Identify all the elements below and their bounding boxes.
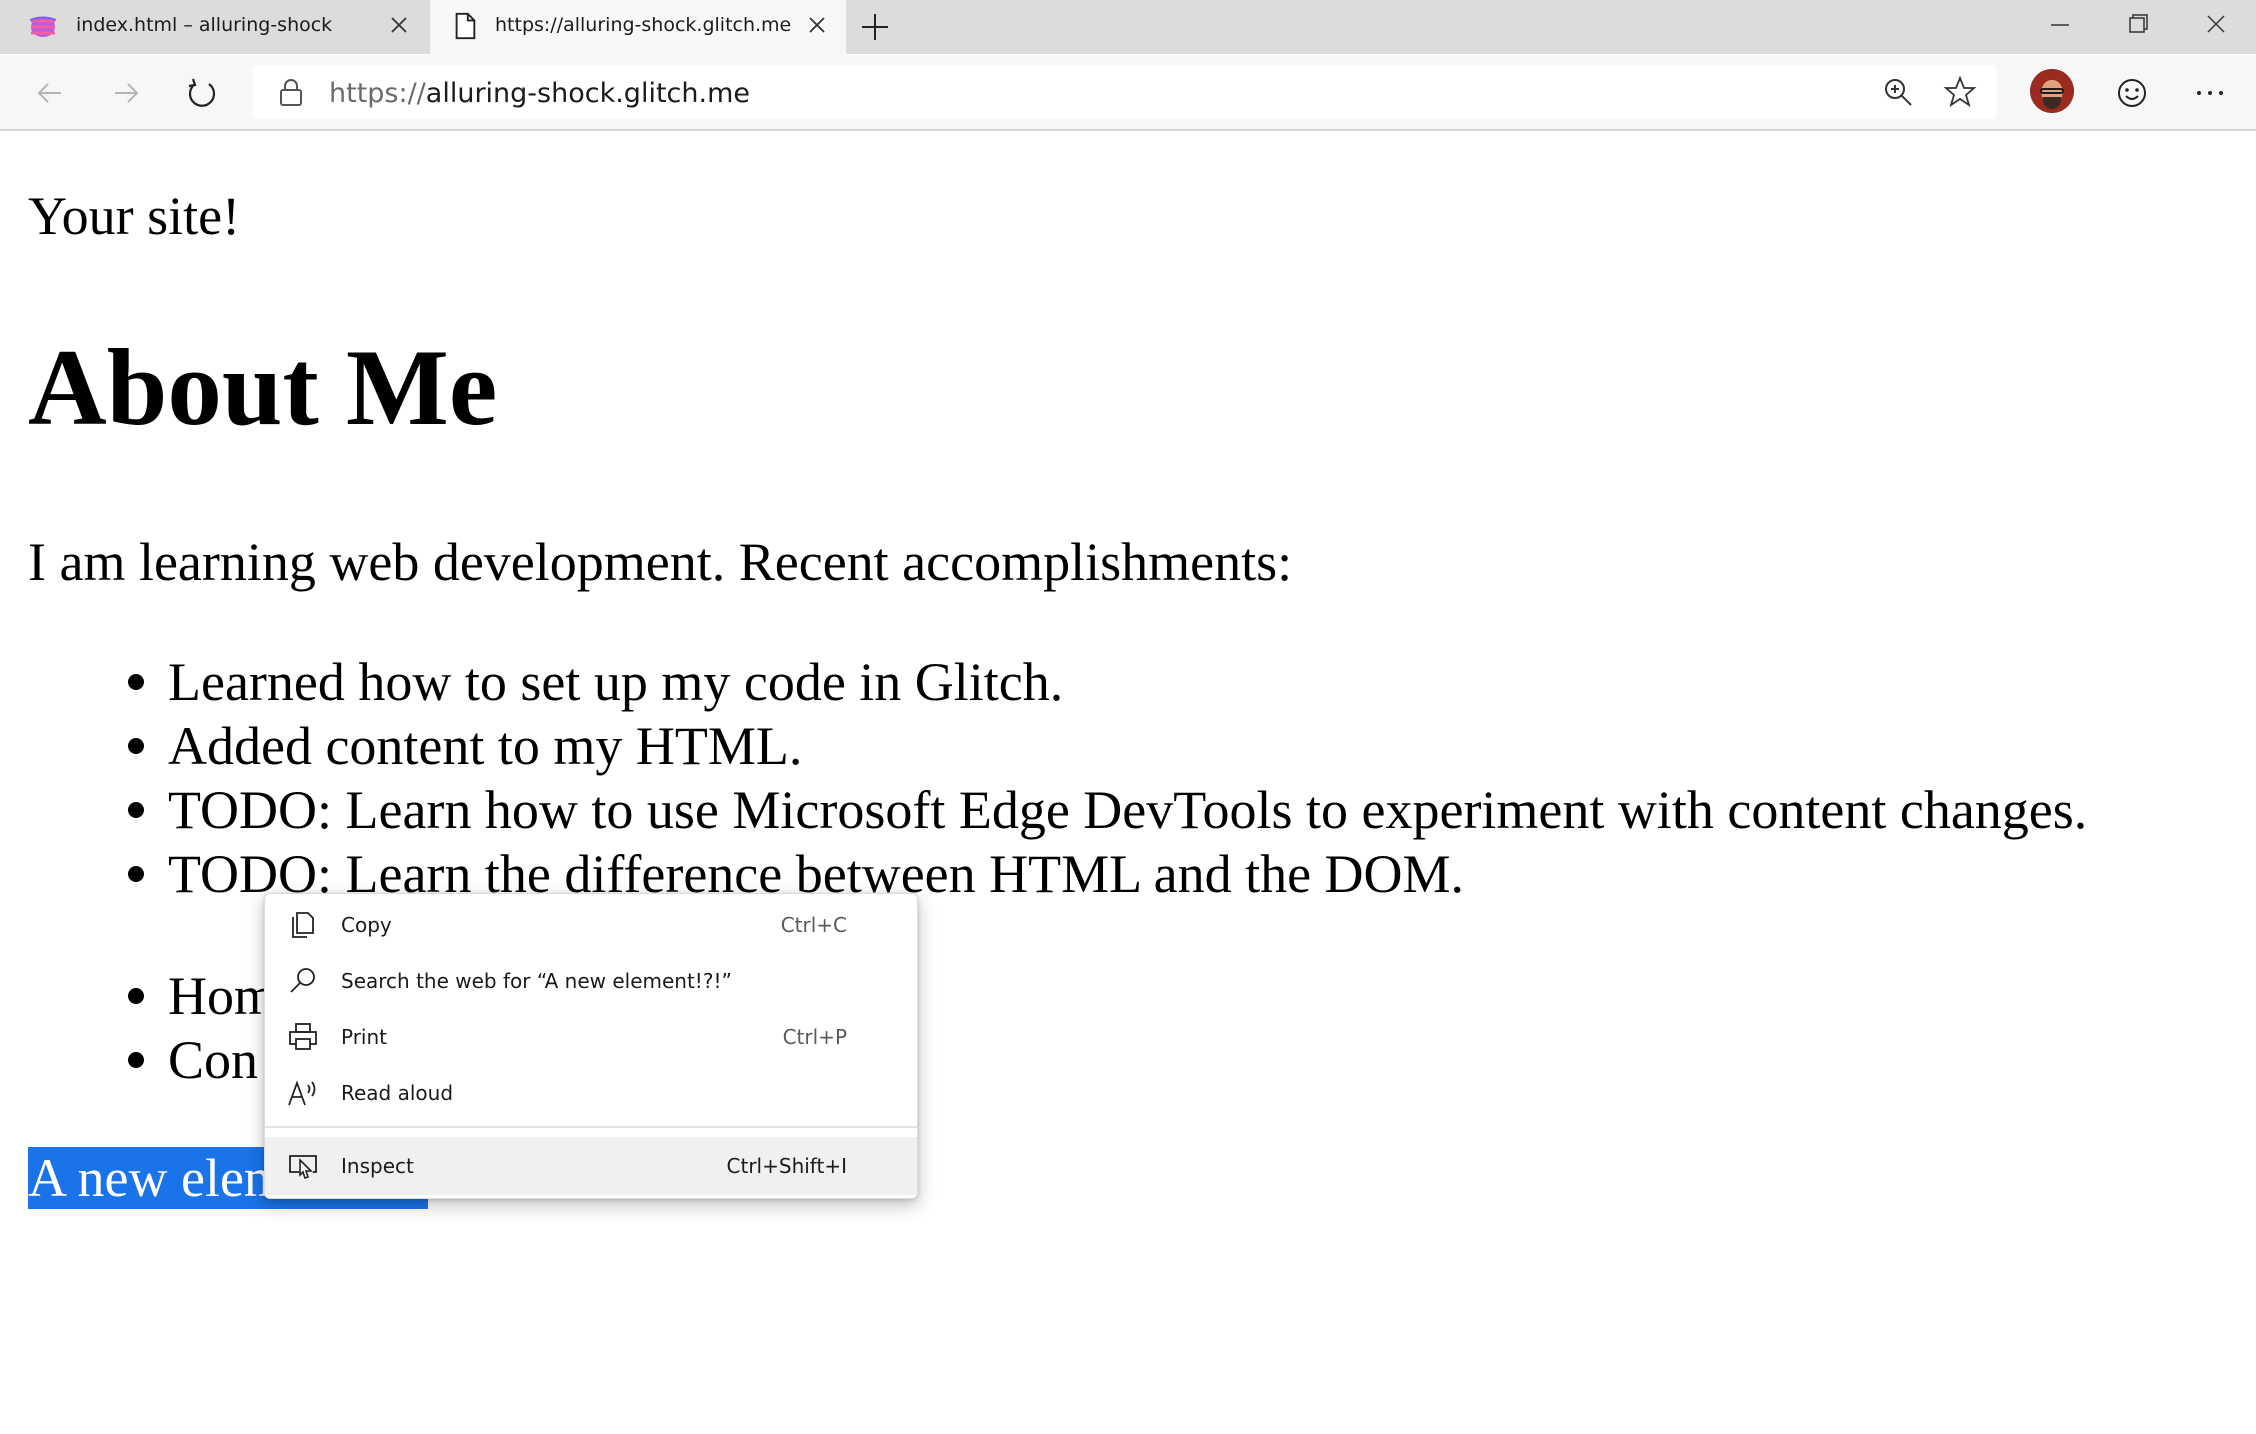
- list-item: Learned how to set up my code in Glitch.: [168, 652, 1064, 712]
- tab-glitch-editor[interactable]: index.html – alluring-shock: [0, 0, 428, 54]
- forward-button[interactable]: [104, 71, 148, 115]
- context-menu-print[interactable]: Print Ctrl+P: [265, 1010, 917, 1064]
- menu-item-shortcut: Ctrl+C: [780, 913, 847, 937]
- intro-paragraph: I am learning web development. Recent ac…: [28, 532, 1293, 592]
- list-bullet: [128, 802, 144, 818]
- list-bullet: [128, 866, 144, 882]
- list-bullet: [128, 738, 144, 754]
- tab-title: https://alluring-shock.glitch.me: [495, 14, 792, 36]
- browser-toolbar: https://alluring-shock.glitch.me: [0, 55, 2256, 131]
- print-icon: [289, 1023, 317, 1050]
- window-close-icon[interactable]: [2196, 8, 2236, 42]
- list-item: TODO: Learn how to use Microsoft Edge De…: [168, 780, 2088, 840]
- forward-arrow-icon: [115, 83, 139, 103]
- page-heading: About Me: [28, 327, 498, 448]
- list-bullet: [128, 988, 144, 1004]
- context-menu-read-aloud[interactable]: Read aloud: [265, 1066, 917, 1120]
- back-arrow-icon: [37, 83, 61, 103]
- site-title: Your site!: [28, 186, 241, 246]
- refresh-icon: [188, 78, 216, 107]
- nav-link-home[interactable]: Hom: [168, 964, 276, 1028]
- lock-icon[interactable]: [277, 77, 305, 107]
- minimize-icon[interactable]: [2040, 8, 2080, 42]
- tab-strip: index.html – alluring-shock https://allu…: [0, 0, 2256, 56]
- profile-avatar[interactable]: [2030, 69, 2074, 113]
- tab-title: index.html – alluring-shock: [76, 14, 333, 36]
- menu-item-shortcut: Ctrl+P: [782, 1025, 847, 1049]
- close-tab-icon[interactable]: [806, 14, 828, 36]
- page-icon: [455, 12, 476, 40]
- avatar-glasses: [2040, 88, 2064, 94]
- glitch-fish-icon: [29, 16, 57, 37]
- smiley-face-icon: [2118, 79, 2146, 107]
- menu-item-shortcut: Ctrl+Shift+I: [726, 1154, 847, 1178]
- menu-item-label: Search the web for “A new element!?!”: [341, 969, 732, 993]
- tab-alluring-shock[interactable]: https://alluring-shock.glitch.me: [430, 0, 846, 56]
- url-scheme: https://: [329, 78, 426, 109]
- settings-more-button[interactable]: [2188, 71, 2232, 115]
- url-host: alluring-shock.glitch.me: [425, 78, 750, 109]
- menu-separator: [265, 1126, 917, 1128]
- list-bullet: [128, 674, 144, 690]
- restore-icon[interactable]: [2118, 8, 2158, 42]
- menu-item-label: Copy: [341, 913, 392, 937]
- context-menu-copy[interactable]: Copy Ctrl+C: [265, 898, 917, 952]
- menu-item-label: Print: [341, 1025, 388, 1049]
- zoom-in-icon[interactable]: [1881, 75, 1915, 109]
- context-menu-search-web[interactable]: Search the web for “A new element!?!”: [265, 954, 917, 1008]
- feedback-button[interactable]: [2110, 71, 2154, 115]
- back-button[interactable]: [28, 71, 72, 115]
- url-text[interactable]: https://alluring-shock.glitch.me: [329, 78, 750, 109]
- refresh-button[interactable]: [180, 71, 224, 115]
- more-dots-icon: [2197, 91, 2223, 95]
- address-bar[interactable]: https://alluring-shock.glitch.me: [253, 65, 1997, 119]
- list-bullet: [128, 1052, 144, 1068]
- list-item: Added content to my HTML.: [168, 716, 803, 776]
- new-tab-plus-icon[interactable]: [858, 10, 892, 44]
- inspect-icon: [289, 1155, 317, 1180]
- menu-item-label: Inspect: [341, 1154, 414, 1178]
- context-menu: Copy Ctrl+C Search the web for “A new el…: [264, 893, 918, 1199]
- close-tab-icon[interactable]: [388, 14, 410, 36]
- context-menu-inspect[interactable]: Inspect Ctrl+Shift+I: [265, 1137, 917, 1195]
- page-content: Your site! About Me I am learning web de…: [0, 131, 2256, 1434]
- copy-icon: [292, 912, 314, 938]
- menu-item-label: Read aloud: [341, 1081, 454, 1105]
- nav-link-contact[interactable]: Con: [168, 1028, 258, 1092]
- read-aloud-icon: [288, 1080, 316, 1106]
- search-icon: [290, 968, 315, 993]
- favorite-star-icon[interactable]: [1943, 75, 1977, 109]
